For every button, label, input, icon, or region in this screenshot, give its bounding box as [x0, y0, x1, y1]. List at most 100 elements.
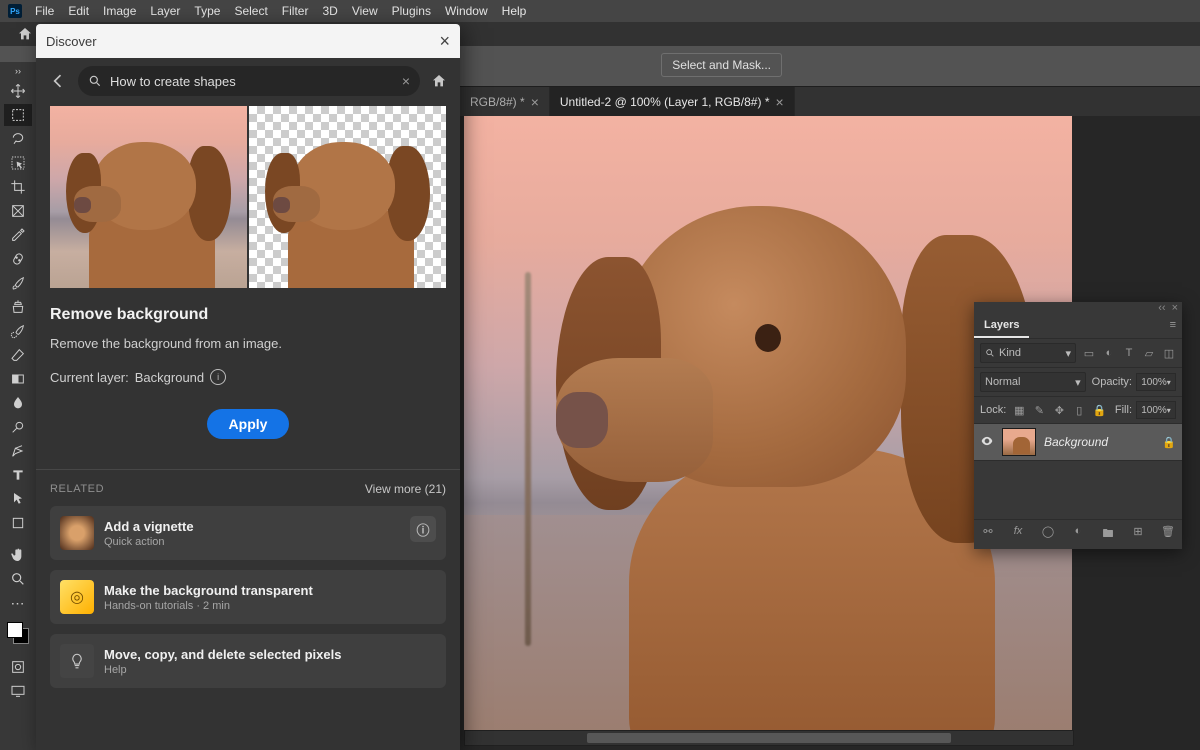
back-icon[interactable]: [48, 71, 68, 91]
visibility-icon[interactable]: [980, 434, 994, 451]
discover-titlebar[interactable]: Discover ×: [36, 24, 460, 58]
menu-image[interactable]: Image: [96, 4, 143, 18]
menu-edit[interactable]: Edit: [61, 4, 96, 18]
layers-tab[interactable]: Layers: [974, 314, 1029, 338]
layer-filter-kind[interactable]: Kind▾: [980, 343, 1076, 363]
close-icon[interactable]: ×: [531, 94, 539, 110]
menu-window[interactable]: Window: [438, 4, 495, 18]
adjustment-icon[interactable]: ◐: [1070, 525, 1086, 544]
menu-file[interactable]: File: [28, 4, 61, 18]
gradient-tool[interactable]: [4, 368, 32, 390]
action-description: Remove the background from an image.: [50, 336, 446, 351]
layer-thumbnail: [1002, 428, 1036, 456]
discover-home-icon[interactable]: [430, 73, 448, 89]
eyedropper-tool[interactable]: [4, 224, 32, 246]
blend-mode-select[interactable]: Normal▾: [980, 372, 1086, 392]
group-icon[interactable]: 🖿: [1100, 525, 1116, 544]
menu-plugins[interactable]: Plugins: [385, 4, 438, 18]
link-layers-icon[interactable]: ⚯: [980, 525, 996, 544]
fill-value[interactable]: 100%▾: [1136, 401, 1176, 419]
eraser-tool[interactable]: [4, 344, 32, 366]
search-icon: [88, 74, 102, 88]
layer-background[interactable]: Background 🔒: [974, 423, 1182, 461]
clone-stamp-tool[interactable]: [4, 296, 32, 318]
tab-doc-1[interactable]: RGB/8#) * ×: [460, 87, 550, 117]
search-value: How to create shapes: [110, 74, 236, 89]
clear-search-icon[interactable]: ×: [402, 73, 410, 89]
menu-select[interactable]: Select: [227, 4, 274, 18]
menu-type[interactable]: Type: [187, 4, 227, 18]
lock-icons[interactable]: ▦✎✥▯🔒: [1012, 404, 1106, 417]
tab-doc-2-label: Untitled-2 @ 100% (Layer 1, RGB/8#) *: [560, 95, 770, 109]
lock-icon[interactable]: 🔒: [1162, 436, 1176, 449]
related-heading: RELATED: [50, 483, 104, 495]
menu-3d[interactable]: 3D: [315, 4, 344, 18]
related-item-move-copy[interactable]: Move, copy, and delete selected pixels H…: [50, 634, 446, 688]
menu-view[interactable]: View: [345, 4, 385, 18]
shape-tool[interactable]: [4, 512, 32, 534]
related-item-vignette[interactable]: Add a vignette Quick action ⓘ: [50, 506, 446, 560]
tools-panel: ›› ⋯: [0, 62, 36, 750]
menu-bar: Ps File Edit Image Layer Type Select Fil…: [0, 0, 1200, 22]
color-swatches[interactable]: [7, 622, 29, 644]
delete-layer-icon[interactable]: 🗑: [1160, 525, 1176, 544]
preview-after: [249, 106, 446, 288]
more-tools[interactable]: ⋯: [4, 592, 32, 614]
layer-filter-icons[interactable]: ▭◐T▱◫: [1082, 347, 1176, 360]
info-icon[interactable]: i: [210, 369, 226, 385]
preview-before-after: [50, 106, 446, 288]
move-tool[interactable]: [4, 80, 32, 102]
opacity-value[interactable]: 100%▾: [1136, 373, 1176, 391]
type-tool[interactable]: [4, 464, 32, 486]
close-icon[interactable]: ×: [775, 94, 783, 110]
history-brush-tool[interactable]: [4, 320, 32, 342]
object-select-tool[interactable]: [4, 152, 32, 174]
search-input[interactable]: How to create shapes ×: [78, 66, 420, 96]
tab-doc-2[interactable]: Untitled-2 @ 100% (Layer 1, RGB/8#) * ×: [550, 87, 795, 117]
menu-help[interactable]: Help: [495, 4, 534, 18]
crop-tool[interactable]: [4, 176, 32, 198]
opacity-label: Opacity:: [1092, 376, 1132, 388]
new-layer-icon[interactable]: ⊞: [1130, 525, 1146, 544]
zoom-tool[interactable]: [4, 568, 32, 590]
related-item-transparent[interactable]: ◎ Make the background transparent Hands-…: [50, 570, 446, 624]
panel-collapse-icon[interactable]: ‹‹: [1158, 302, 1165, 314]
layers-panel[interactable]: ‹‹ × Layers ≡ Kind▾ ▭◐T▱◫ Normal▾ Opacity…: [974, 302, 1182, 549]
panel-menu-icon[interactable]: ≡: [1164, 314, 1182, 338]
screen-mode[interactable]: [4, 680, 32, 702]
info-icon[interactable]: ⓘ: [410, 516, 436, 542]
pen-tool[interactable]: [4, 440, 32, 462]
thumbnail: ◎: [60, 580, 94, 614]
fx-icon[interactable]: fx: [1010, 525, 1026, 544]
menu-layer[interactable]: Layer: [143, 4, 187, 18]
layer-name: Background: [1044, 435, 1154, 449]
lightbulb-icon: [60, 644, 94, 678]
frame-tool[interactable]: [4, 200, 32, 222]
healing-tool[interactable]: [4, 248, 32, 270]
path-select-tool[interactable]: [4, 488, 32, 510]
mask-icon[interactable]: ◯: [1040, 525, 1056, 544]
blur-tool[interactable]: [4, 392, 32, 414]
dodge-tool[interactable]: [4, 416, 32, 438]
brush-tool[interactable]: [4, 272, 32, 294]
layers-footer: ⚯ fx ◯ ◐ 🖿 ⊞ 🗑: [974, 519, 1182, 549]
panel-close-icon[interactable]: ×: [1172, 302, 1178, 314]
marquee-tool[interactable]: [4, 104, 32, 126]
close-icon[interactable]: ×: [439, 31, 450, 52]
home-icon[interactable]: [16, 26, 34, 42]
select-and-mask-button[interactable]: Select and Mask...: [661, 53, 782, 77]
horizontal-scrollbar[interactable]: [464, 730, 1074, 746]
current-layer-line: Current layer: Background i: [50, 369, 446, 385]
lasso-tool[interactable]: [4, 128, 32, 150]
discover-title: Discover: [46, 34, 97, 49]
view-more-link[interactable]: View more (21): [365, 482, 446, 496]
menu-filter[interactable]: Filter: [275, 4, 316, 18]
quick-mask[interactable]: [4, 656, 32, 678]
hand-tool[interactable]: [4, 544, 32, 566]
action-heading: Remove background: [50, 306, 446, 324]
toolbar-collapse[interactable]: ››: [15, 66, 21, 76]
discover-panel: Discover × How to create shapes × Remove…: [36, 24, 460, 750]
fill-label: Fill:: [1115, 404, 1132, 416]
apply-button[interactable]: Apply: [207, 409, 290, 439]
preview-before: [50, 106, 247, 288]
